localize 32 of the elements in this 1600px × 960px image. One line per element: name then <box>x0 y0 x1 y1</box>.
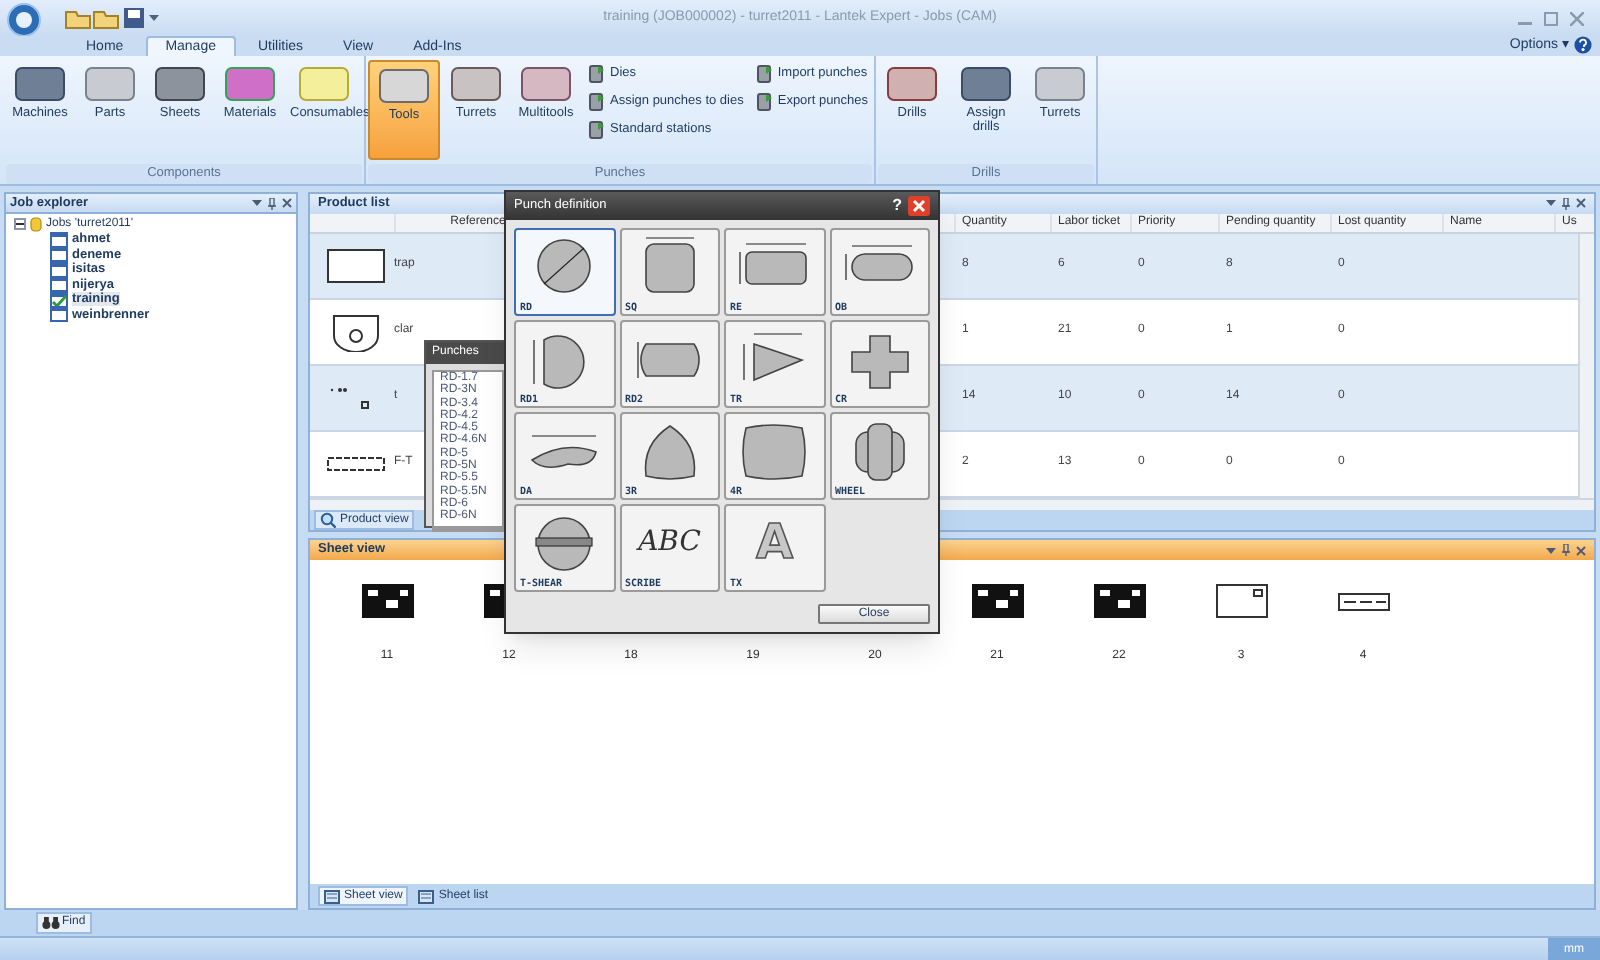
minus-icon <box>16 220 24 228</box>
glyph-sample: ABC <box>638 523 701 561</box>
pin-icon[interactable] <box>1562 197 1570 210</box>
part-drawing <box>326 245 386 286</box>
dropdown-arrow-icon[interactable] <box>1546 545 1556 555</box>
vertical-scrollbar[interactable] <box>1578 233 1594 498</box>
magnifier-icon <box>320 512 336 528</box>
pin-icon[interactable] <box>268 197 276 209</box>
save-icon[interactable] <box>120 6 148 30</box>
binoculars-icon <box>42 916 60 930</box>
folder-icon[interactable] <box>92 6 120 30</box>
pin-icon[interactable] <box>1562 544 1570 556</box>
close-icon[interactable] <box>282 198 292 208</box>
dropdown-arrow-icon[interactable] <box>148 12 160 24</box>
help-icon[interactable] <box>1574 36 1592 54</box>
sheet-drawing[interactable] <box>1215 584 1267 618</box>
close-icon[interactable] <box>1576 545 1586 555</box>
cylinder-icon <box>30 216 42 232</box>
folder-icon[interactable] <box>64 6 92 30</box>
sheet-drawing[interactable] <box>1093 584 1145 618</box>
help-button[interactable]: ? <box>892 194 902 218</box>
glyph-sample: A <box>755 516 794 568</box>
horizontal-scrollbar[interactable] <box>432 527 504 532</box>
close-icon[interactable] <box>1576 198 1586 209</box>
dropdown-arrow-icon[interactable] <box>252 198 262 208</box>
dropdown-arrow-icon[interactable] <box>1546 198 1556 209</box>
sheet-drawing[interactable] <box>361 584 413 618</box>
sheet-stack-icon <box>324 888 340 904</box>
sheet-stack-icon <box>418 888 435 904</box>
close-icon[interactable] <box>908 196 930 216</box>
sheet-drawing[interactable] <box>971 584 1023 618</box>
expander-icon[interactable] <box>14 218 26 230</box>
